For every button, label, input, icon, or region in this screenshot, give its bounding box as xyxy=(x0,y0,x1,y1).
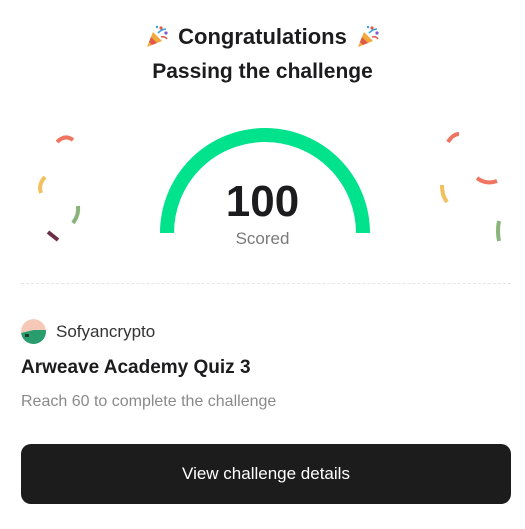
confetti-piece xyxy=(446,132,460,144)
challenge-title: Arweave Academy Quiz 3 xyxy=(21,357,251,378)
view-challenge-details-button[interactable]: View challenge details xyxy=(21,444,511,504)
score-value: 100 xyxy=(225,177,300,226)
page-subtitle: Passing the challenge xyxy=(152,60,373,83)
party-popper-icon xyxy=(355,24,381,50)
challenge-description: Reach 60 to complete the challenge xyxy=(21,393,277,410)
avatar xyxy=(21,319,46,344)
challenge-author: Sofyancrypto xyxy=(21,319,155,344)
party-popper-icon xyxy=(144,24,170,50)
challenge-result-card: Congratulations Passing the challenge 10… xyxy=(0,0,525,529)
header-title-row: Congratulations xyxy=(0,24,525,50)
score-label: Scored xyxy=(235,229,290,248)
confetti-piece xyxy=(56,135,74,144)
author-name: Sofyancrypto xyxy=(56,321,156,341)
divider xyxy=(21,283,511,284)
page-title: Congratulations xyxy=(178,24,347,49)
